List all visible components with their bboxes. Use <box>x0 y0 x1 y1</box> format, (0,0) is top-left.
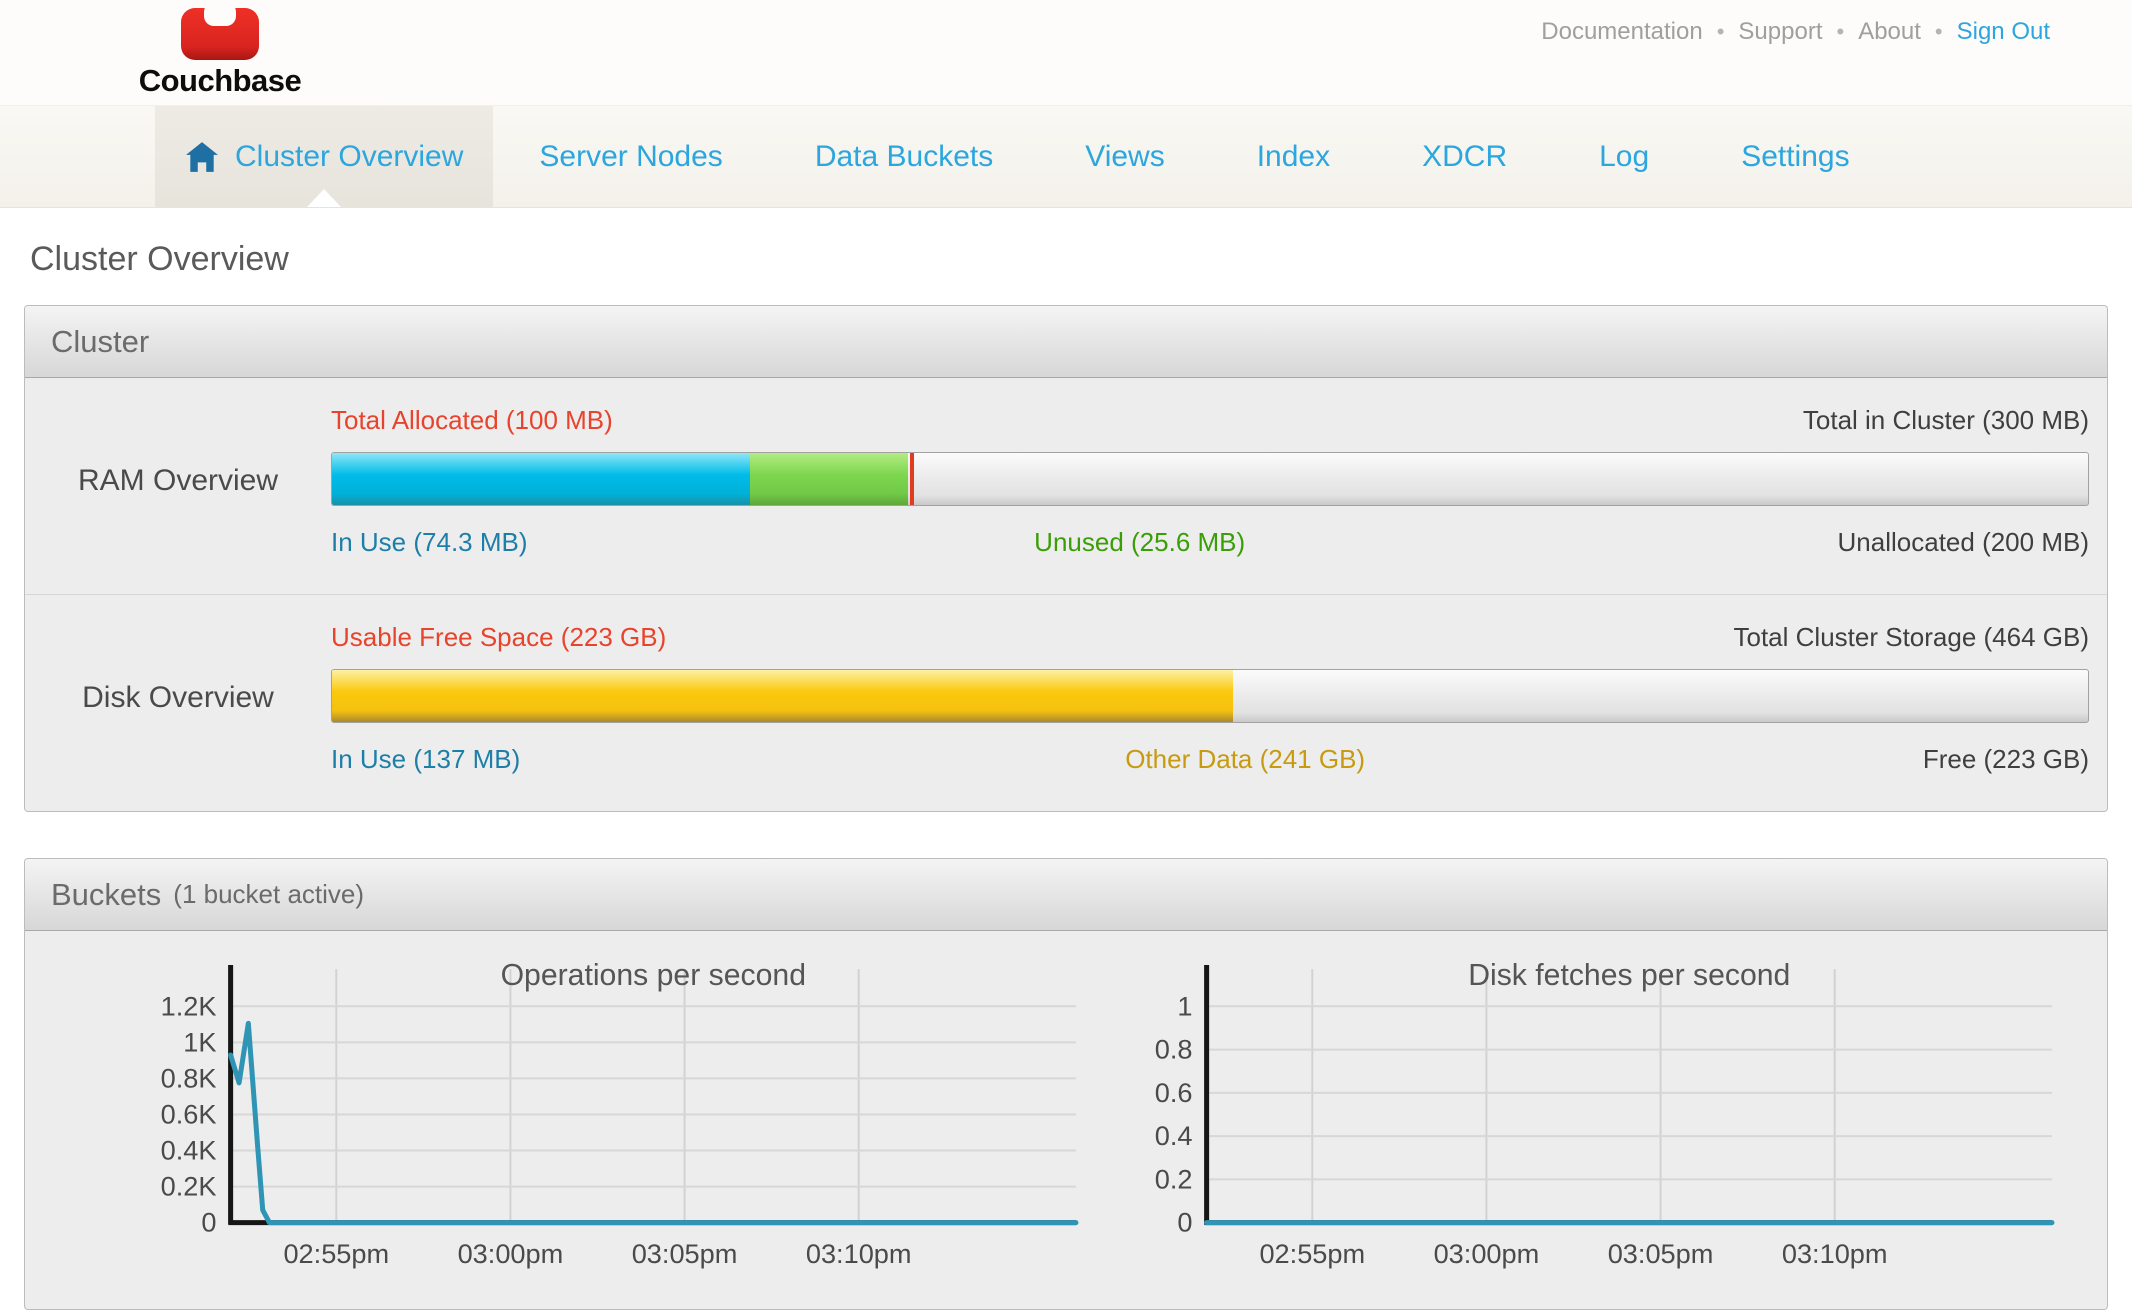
disk-overview-label: Disk Overview <box>25 619 331 777</box>
svg-text:0.4K: 0.4K <box>161 1135 217 1166</box>
disk-other-data-label: Other Data (241 GB) <box>1125 741 1365 777</box>
about-link[interactable]: About <box>1858 18 1921 46</box>
disk-top-labels: Usable Free Space (223 GB) Total Cluster… <box>331 619 2089 655</box>
sign-out-link[interactable]: Sign Out <box>1957 18 2050 46</box>
nav-item-label: Cluster Overview <box>235 140 463 174</box>
nav-item-label: Settings <box>1741 140 1849 174</box>
ram-top-labels: Total Allocated (100 MB) Total in Cluste… <box>331 402 2089 438</box>
nav-item-index[interactable]: Index <box>1211 106 1376 207</box>
ram-overview-main: Total Allocated (100 MB) Total in Cluste… <box>331 402 2089 560</box>
svg-text:03:05pm: 03:05pm <box>632 1238 738 1269</box>
disk-fetches-chart: 0 0.2 0.4 0.6 0.8 1 02:55pm 03:00pm 03:05pm 03:10… <box>1111 959 2057 1291</box>
disk-overview-main: Usable Free Space (223 GB) Total Cluster… <box>331 619 2089 777</box>
svg-text:03:10pm: 03:10pm <box>806 1238 912 1269</box>
dot-separator: • <box>1717 19 1725 45</box>
ram-usage-bar <box>331 452 2089 506</box>
couchbase-logo-icon <box>180 6 260 64</box>
ram-overview-label: RAM Overview <box>25 402 331 560</box>
nav-item-cluster-overview[interactable]: Cluster Overview <box>155 106 493 207</box>
svg-text:0.2: 0.2 <box>1155 1163 1193 1194</box>
svg-text:1.2K: 1.2K <box>161 990 217 1021</box>
bar-segment-in-use <box>332 453 750 505</box>
main-nav: Cluster Overview Server Nodes Data Bucke… <box>0 105 2132 208</box>
disk-usage-bar <box>331 669 2089 723</box>
page-title: Cluster Overview <box>24 208 2108 305</box>
nav-item-xdcr[interactable]: XDCR <box>1376 106 1553 207</box>
disk-overview-row: Disk Overview Usable Free Space (223 GB)… <box>25 594 2107 811</box>
cluster-panel: Cluster RAM Overview Total Allocated (10… <box>24 305 2108 812</box>
ram-unused-label: Unused (25.6 MB) <box>1034 524 1245 560</box>
nav-item-label: Views <box>1085 140 1164 174</box>
svg-text:02:55pm: 02:55pm <box>1259 1238 1365 1269</box>
svg-text:0.8: 0.8 <box>1155 1034 1193 1065</box>
svg-text:0.6: 0.6 <box>1155 1077 1193 1108</box>
dot-separator: • <box>1836 19 1844 45</box>
buckets-panel-header: Buckets (1 bucket active) <box>25 859 2107 931</box>
disk-in-use-label: In Use (137 MB) <box>331 741 520 777</box>
ram-bottom-labels: In Use (74.3 MB) Unused (25.6 MB) Unallo… <box>331 524 2089 560</box>
svg-text:Operations per second: Operations per second <box>501 959 806 992</box>
buckets-panel: Buckets (1 bucket active) 00.2K0.4K0.6K0… <box>24 858 2108 1310</box>
nav-item-label: Log <box>1599 140 1649 174</box>
disk-fetches-chart-svg: 0 0.2 0.4 0.6 0.8 1 02:55pm 03:00pm 03:05pm 03:10… <box>1111 959 2057 1291</box>
disk-free-label: Free (223 GB) <box>1923 741 2089 777</box>
buckets-panel-title: Buckets <box>51 877 161 913</box>
svg-text:03:05pm: 03:05pm <box>1608 1238 1714 1269</box>
home-icon <box>185 141 219 173</box>
ram-total-in-cluster-label: Total in Cluster (300 MB) <box>1803 402 2089 438</box>
svg-text:03:00pm: 03:00pm <box>458 1238 564 1269</box>
cluster-panel-header: Cluster <box>25 306 2107 378</box>
operations-chart: 0 0.2K 0.4K 0.6K 0.8K 1K 1.2K 02:55pm 03:00pm 03:… <box>135 959 1081 1291</box>
cluster-panel-title: Cluster <box>51 324 149 360</box>
nav-item-label: Server Nodes <box>539 140 722 174</box>
support-link[interactable]: Support <box>1738 18 1822 46</box>
svg-text:0: 0 <box>1177 1207 1192 1238</box>
svg-text:1K: 1K <box>183 1026 216 1057</box>
nav-list: Cluster Overview Server Nodes Data Bucke… <box>155 106 2132 207</box>
svg-text:02:55pm: 02:55pm <box>283 1238 389 1269</box>
couchbase-logo: Couchbase <box>120 4 320 98</box>
nav-item-settings[interactable]: Settings <box>1695 106 1895 207</box>
svg-text:1: 1 <box>1177 990 1192 1021</box>
svg-text:03:00pm: 03:00pm <box>1434 1238 1540 1269</box>
svg-text:0: 0 <box>201 1207 216 1238</box>
svg-text:0.2K: 0.2K <box>161 1171 217 1202</box>
nav-item-views[interactable]: Views <box>1039 106 1210 207</box>
documentation-link[interactable]: Documentation <box>1541 18 1702 46</box>
svg-text:03:10pm: 03:10pm <box>1782 1238 1888 1269</box>
svg-text:0.6K: 0.6K <box>161 1099 217 1130</box>
bar-segment-in-use-plus-other <box>332 670 1233 722</box>
operations-chart-svg: 0 0.2K 0.4K 0.6K 0.8K 1K 1.2K 02:55pm 03:00pm 03:… <box>135 959 1081 1291</box>
nav-item-label: Data Buckets <box>815 140 993 174</box>
brand-wordmark: Couchbase <box>120 64 320 98</box>
nav-item-data-buckets[interactable]: Data Buckets <box>769 106 1039 207</box>
nav-item-label: Index <box>1257 140 1330 174</box>
ram-overview-row: RAM Overview Total Allocated (100 MB) To… <box>25 378 2107 594</box>
active-tab-pointer <box>307 189 341 207</box>
buckets-panel-subtitle: (1 bucket active) <box>173 879 364 910</box>
buckets-body: 0 0.2K 0.4K 0.6K 0.8K 1K 1.2K 02:55pm 03:00pm 03:… <box>25 931 2107 1309</box>
header-links: Documentation • Support • About • Sign O… <box>1541 18 2050 46</box>
disk-usable-free-label: Usable Free Space (223 GB) <box>331 619 666 655</box>
svg-text:0.4: 0.4 <box>1155 1120 1193 1151</box>
disk-total-storage-label: Total Cluster Storage (464 GB) <box>1734 619 2090 655</box>
bar-segment-unused <box>750 453 908 505</box>
page-content: Cluster Overview Cluster RAM Overview To… <box>0 208 2132 1310</box>
nav-item-label: XDCR <box>1422 140 1507 174</box>
nav-item-log[interactable]: Log <box>1553 106 1695 207</box>
bar-quota-marker <box>910 453 914 505</box>
svg-text:0.8K: 0.8K <box>161 1062 217 1093</box>
dot-separator: • <box>1935 19 1943 45</box>
top-header: Couchbase Documentation • Support • Abou… <box>0 0 2132 105</box>
nav-item-server-nodes[interactable]: Server Nodes <box>493 106 768 207</box>
ram-total-allocated-label: Total Allocated (100 MB) <box>331 402 613 438</box>
svg-text:Disk fetches per second: Disk fetches per second <box>1468 959 1790 992</box>
disk-bottom-labels: In Use (137 MB) Other Data (241 GB) Free… <box>331 741 2089 777</box>
ram-in-use-label: In Use (74.3 MB) <box>331 524 528 560</box>
ram-unallocated-label: Unallocated (200 MB) <box>1838 524 2089 560</box>
